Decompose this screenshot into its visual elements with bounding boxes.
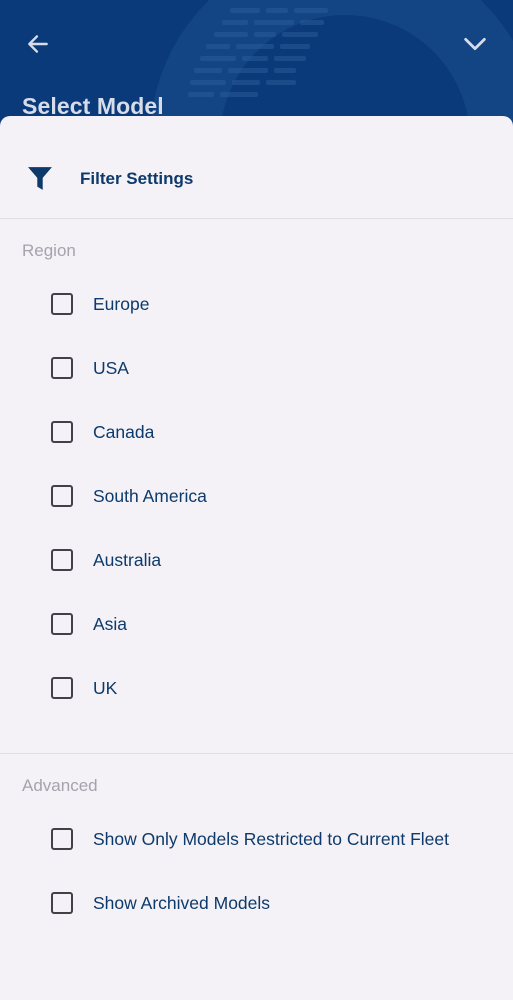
checkbox-row-usa[interactable]: USA bbox=[51, 348, 129, 388]
checkbox[interactable] bbox=[51, 613, 73, 635]
checkbox-label: Asia bbox=[93, 613, 128, 634]
checkbox[interactable] bbox=[51, 677, 73, 699]
checkbox[interactable] bbox=[51, 357, 73, 379]
checkbox-row-canada[interactable]: Canada bbox=[51, 412, 154, 452]
section-label-advanced: Advanced bbox=[22, 776, 98, 795]
collapse-button[interactable] bbox=[455, 24, 495, 64]
sheet-title: Filter Settings bbox=[80, 169, 194, 188]
checkbox-row-europe[interactable]: Europe bbox=[51, 284, 149, 324]
checkbox[interactable] bbox=[51, 293, 73, 315]
checkbox-label: Show Only Models Restricted to Current F… bbox=[93, 828, 449, 849]
checkbox-row-asia[interactable]: Asia bbox=[51, 604, 127, 644]
checkbox-label: Europe bbox=[93, 293, 150, 314]
filter-icon bbox=[28, 167, 52, 190]
back-button[interactable] bbox=[18, 24, 58, 64]
sheet-header: Filter Settings bbox=[0, 116, 513, 219]
checkbox[interactable] bbox=[51, 892, 73, 914]
checkbox-row-south-america[interactable]: South America bbox=[51, 476, 207, 516]
checkbox-label: UK bbox=[93, 677, 118, 698]
checkbox-label: South America bbox=[93, 485, 207, 506]
checkbox-label: Australia bbox=[93, 549, 162, 570]
checkbox-label: Show Archived Models bbox=[93, 892, 271, 913]
checkbox[interactable] bbox=[51, 828, 73, 850]
checkbox-row-archived-models[interactable]: Show Archived Models bbox=[51, 883, 270, 923]
checkbox[interactable] bbox=[51, 485, 73, 507]
arrow-left-icon bbox=[28, 35, 48, 53]
section-divider bbox=[0, 753, 513, 754]
section-label-region: Region bbox=[22, 241, 76, 260]
checkbox-label: USA bbox=[93, 357, 129, 378]
checkbox-label: Canada bbox=[93, 421, 155, 442]
checkbox-row-restricted-fleet[interactable]: Show Only Models Restricted to Current F… bbox=[51, 819, 449, 859]
checkbox-row-uk[interactable]: UK bbox=[51, 668, 117, 708]
checkbox[interactable] bbox=[51, 549, 73, 571]
checkbox-row-australia[interactable]: Australia bbox=[51, 540, 161, 580]
filter-settings-sheet: Filter Settings Region Europe USA Canada… bbox=[0, 116, 513, 1000]
chevron-down-icon bbox=[464, 37, 486, 51]
checkbox[interactable] bbox=[51, 421, 73, 443]
